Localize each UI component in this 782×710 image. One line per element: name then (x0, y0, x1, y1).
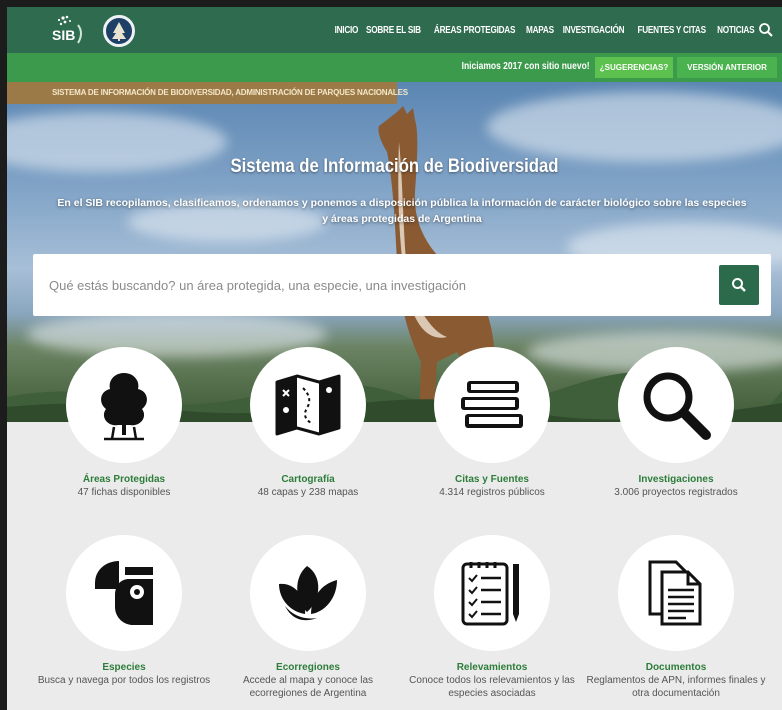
tile-subtitle: Accede al mapa y conoce las ecorregiones… (242, 675, 374, 699)
nav-search-icon[interactable] (758, 22, 774, 38)
nav-item-mapas[interactable]: Mapas (526, 25, 554, 36)
announcement-text: Iniciamos 2017 con sitio nuevo! (461, 61, 590, 72)
tile-subtitle: 47 fichas disponibles (77, 487, 171, 498)
tile-title: Especies (102, 662, 146, 673)
tile-title: Documentos (645, 662, 707, 673)
search-button[interactable] (719, 265, 759, 305)
tile-title: Relevamientos (456, 662, 528, 673)
tile-circle (434, 535, 550, 651)
checklist-icon (461, 562, 519, 626)
previous-version-button[interactable]: VERSIÓN ANTERIOR (677, 57, 777, 78)
nav-item-areas-protegidas[interactable]: Áreas protegidas (434, 25, 516, 36)
tile-title: Citas y Fuentes (455, 474, 529, 485)
tile-especies[interactable]: Especies Busca y navega por todos los re… (29, 535, 219, 687)
apn-logo[interactable] (103, 15, 135, 47)
apn-logo-icon (112, 22, 126, 41)
tile-title: Cartografía (281, 474, 335, 485)
sib-logo-icon: SIB (52, 15, 82, 44)
nav-item-inicio[interactable]: Inicio (334, 25, 358, 36)
tile-subtitle: Busca y navega por todos los registros (37, 675, 211, 686)
site-tagline: Sistema de Información de Biodiversidad,… (7, 82, 408, 104)
tile-circle (618, 535, 734, 651)
tile-circle (434, 347, 550, 463)
tile-relevamientos[interactable]: Relevamientos Conoce todos los relevamie… (397, 535, 587, 700)
tile-title: Investigaciones (638, 474, 714, 485)
nav-item-fuentes-y-citas[interactable]: Fuentes y citas (638, 25, 707, 36)
tile-areas-protegidas[interactable]: Áreas Protegidas 47 fichas disponibles (29, 347, 219, 499)
tile-title: Ecorregiones (276, 662, 340, 673)
tile-subtitle: 3.006 proyectos registrados (614, 487, 738, 498)
tile-circle (618, 347, 734, 463)
tile-ecorregiones[interactable]: Ecorregiones Accede al mapa y conoce las… (213, 535, 403, 700)
tile-circle (250, 347, 366, 463)
tile-subtitle: Reglamentos de APN, informes finales y o… (586, 675, 766, 699)
suggestions-button[interactable]: ¿SUGERENCIAS? (595, 57, 673, 78)
search-box (33, 254, 771, 316)
leaves-icon (279, 566, 337, 621)
magnifier-icon (643, 372, 711, 440)
tile-circle (66, 535, 182, 651)
svg-text:SIB: SIB (52, 27, 75, 43)
hero-title: Sistema de Información de Biodiversidad (230, 156, 559, 177)
tile-documentos[interactable]: Documentos Reglamentos de APN, informes … (581, 535, 771, 700)
announcement-bar: Iniciamos 2017 con sitio nuevo! ¿SUGEREN… (7, 53, 782, 82)
nav-item-investigacion[interactable]: Investigación (563, 25, 625, 36)
tile-subtitle: 4.314 registros públicos (439, 487, 545, 498)
tile-subtitle: 48 capas y 238 mapas (257, 487, 359, 498)
documents-icon (648, 560, 702, 626)
cloud-shape (487, 92, 782, 162)
tile-circle (250, 535, 366, 651)
tile-subtitle: Conoce todos los relevamientos y las esp… (409, 675, 575, 699)
sib-logo[interactable]: SIB (49, 13, 85, 47)
nav-item-noticias[interactable]: Noticias (717, 25, 754, 36)
top-navbar: SIB Inicio Sobre el SIB Áreas protegidas… (7, 7, 782, 53)
tile-title: Áreas Protegidas (82, 474, 166, 485)
main-menu: Inicio Sobre el SIB Áreas protegidas Map… (334, 7, 754, 53)
tile-investigaciones[interactable]: Investigaciones 3.006 proyectos registra… (581, 347, 771, 499)
search-input[interactable] (49, 274, 689, 296)
tile-citas-y-fuentes[interactable]: Citas y Fuentes 4.314 registros públicos (397, 347, 587, 499)
species-icon (95, 561, 153, 625)
tree-icon (101, 373, 147, 441)
tile-cartografia[interactable]: Cartografía 48 capas y 238 mapas (213, 347, 403, 499)
map-icon (275, 374, 341, 436)
hero-description: En el SIB recopilamos, clasificamos, ord… (57, 197, 747, 225)
nav-item-sobre-el-sib[interactable]: Sobre el SIB (366, 25, 421, 36)
books-icon (461, 381, 523, 428)
page-frame: SIB Inicio Sobre el SIB Áreas protegidas… (7, 7, 782, 710)
search-icon (732, 278, 746, 292)
tile-circle (66, 347, 182, 463)
